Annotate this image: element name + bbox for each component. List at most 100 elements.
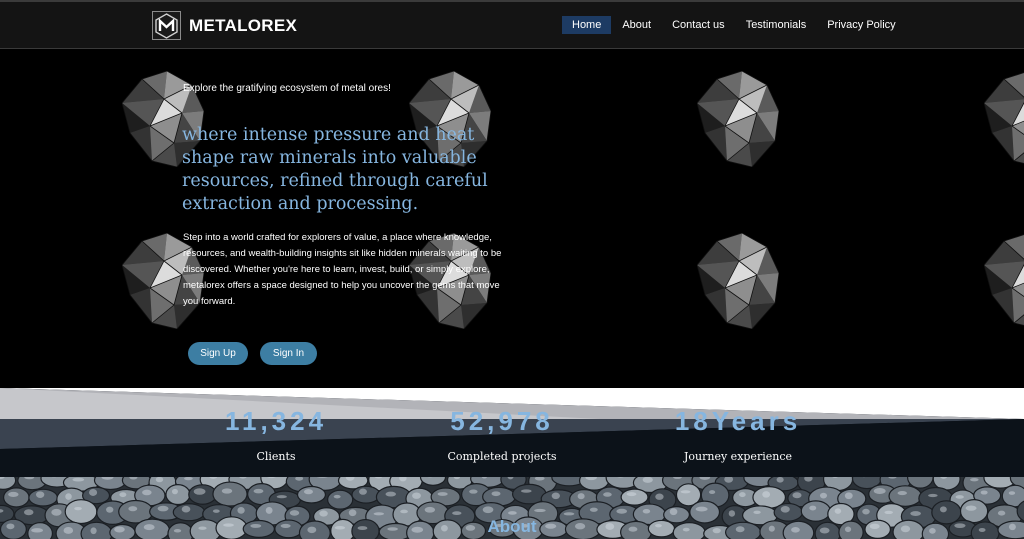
rock-highlight <box>359 488 367 495</box>
rock-highlight <box>626 492 637 497</box>
rock-shape <box>620 488 649 506</box>
rock-highlight <box>753 510 761 515</box>
stat-experience-value: 18Years <box>674 406 802 436</box>
rock-highlight <box>997 510 1006 516</box>
rock-highlight <box>520 489 532 493</box>
rock-highlight <box>655 493 664 500</box>
stat-experience-label: Journey experience <box>684 450 792 463</box>
rock-highlight <box>157 505 169 512</box>
rock-shape <box>2 487 30 508</box>
rock-highlight <box>221 488 233 494</box>
rock-shape <box>165 484 191 506</box>
rock-highlight <box>928 493 938 498</box>
rock-highlight <box>452 511 462 516</box>
nav-privacy-policy[interactable]: Privacy Policy <box>817 16 905 34</box>
rock-highlight <box>373 512 385 516</box>
rock-highlight <box>792 492 802 499</box>
hero-content: Explore the gratifying ecosystem of meta… <box>0 50 1024 388</box>
rock-highlight <box>709 490 716 495</box>
rock-highlight <box>616 508 628 514</box>
rock-highlight <box>965 505 977 511</box>
rock-highlight <box>24 509 34 516</box>
rock-highlight <box>980 490 988 495</box>
rock-highlight <box>884 510 893 515</box>
rock-highlight <box>106 506 114 513</box>
rock-highlight <box>289 510 300 516</box>
rock-highlight <box>739 492 746 498</box>
rock-shape <box>419 477 447 486</box>
nav-home[interactable]: Home <box>562 16 612 34</box>
rock-highlight <box>142 489 152 496</box>
rock-highlight <box>348 509 357 517</box>
nav-testimonials[interactable]: Testimonials <box>736 16 817 34</box>
rock-highlight <box>51 508 62 516</box>
stat-projects-value: 52,978 <box>450 406 554 436</box>
rock-highlight <box>237 506 245 514</box>
rock-highlight <box>1008 491 1016 495</box>
rock-highlight <box>910 511 921 516</box>
hero-description: Step into a world crafted for explorers … <box>183 232 502 307</box>
rock-highlight <box>728 510 736 517</box>
rock-highlight <box>276 495 287 499</box>
rock-highlight <box>119 492 127 498</box>
rock-highlight <box>181 505 191 513</box>
rock-highlight <box>834 508 842 514</box>
rock-shape <box>28 488 59 507</box>
sign-up-button[interactable]: Sign Up <box>188 342 248 365</box>
hero-headline: where intense pressure and heat shape ra… <box>182 125 488 214</box>
rock-shape <box>327 489 354 510</box>
stat-projects-label: Completed projects <box>447 450 557 463</box>
rock-highlight <box>780 506 790 513</box>
rock-highlight <box>669 508 678 516</box>
main-nav: Home About Contact us Testimonials Priva… <box>562 16 907 34</box>
rock-highlight <box>303 489 313 495</box>
rock-highlight <box>762 491 771 498</box>
rock-highlight <box>333 494 341 499</box>
rock-highlight <box>65 493 72 500</box>
rock-highlight <box>534 508 546 513</box>
rock-shape <box>511 483 547 505</box>
rock-shape <box>212 481 248 507</box>
nav-about[interactable]: About <box>612 16 661 34</box>
rock-highlight <box>400 509 408 514</box>
rock-highlight <box>873 487 886 495</box>
rock-highlight <box>424 506 436 513</box>
rock-highlight <box>642 477 653 483</box>
rock-highlight <box>955 495 964 499</box>
rock-highlight <box>469 489 478 494</box>
rock-highlight <box>36 491 45 499</box>
rock-shape <box>351 485 381 504</box>
nav-contact[interactable]: Contact us <box>662 16 735 34</box>
rock-highlight <box>265 506 273 514</box>
rock-highlight <box>563 512 575 516</box>
sign-in-button[interactable]: Sign In <box>260 342 317 365</box>
rock-highlight <box>862 508 870 515</box>
rock-highlight <box>642 509 651 514</box>
metalorex-logo-icon <box>152 11 181 40</box>
rock-highlight <box>128 506 138 512</box>
rock-highlight <box>577 493 585 500</box>
rock-highlight <box>74 506 82 511</box>
rock-shape <box>296 485 327 504</box>
rock-highlight <box>171 488 178 495</box>
site-header: METALOREX Home About Contact us Testimon… <box>0 0 1024 49</box>
rock-highlight <box>8 491 19 497</box>
rock-highlight <box>412 492 421 499</box>
about-heading: About <box>487 517 537 536</box>
rock-highlight <box>695 506 708 512</box>
stat-clients-value: 11,324 <box>224 406 328 436</box>
brand[interactable]: METALOREX <box>152 11 297 40</box>
rock-highlight <box>897 490 907 496</box>
rock-highlight <box>603 492 612 497</box>
rock-highlight <box>184 477 193 481</box>
stat-clients-label: Clients <box>256 450 296 463</box>
rock-highlight <box>551 492 560 500</box>
rock-highlight <box>212 509 220 513</box>
rock-highlight <box>193 488 206 495</box>
rock-highlight <box>385 491 396 497</box>
brand-name: METALOREX <box>189 15 298 35</box>
rock-highlight <box>680 490 691 494</box>
rock-highlight <box>844 492 853 500</box>
rock-highlight <box>776 477 784 483</box>
rock-highlight <box>319 510 328 517</box>
